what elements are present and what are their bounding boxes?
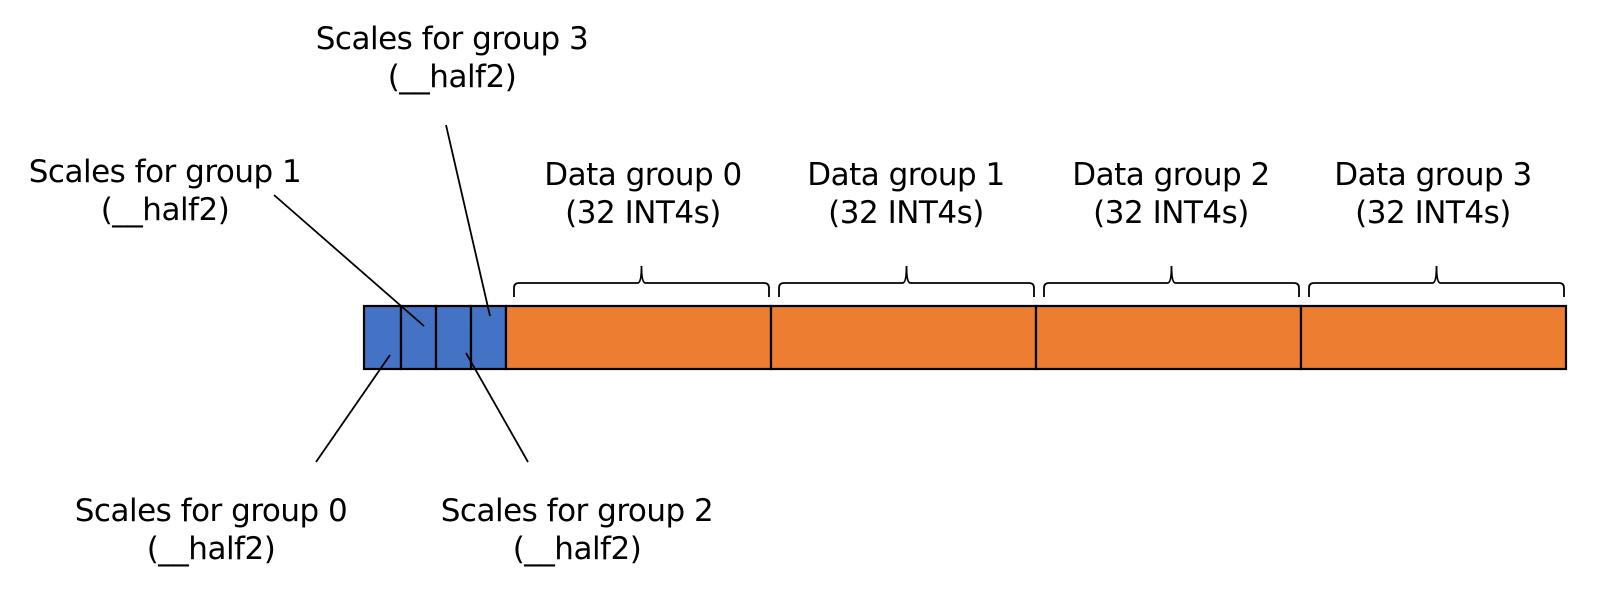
data-section [504,304,1568,371]
brace-group [513,265,1565,297]
scale-label-group-0: Scales for group 0 (__half2) [75,492,348,568]
brace-data-group-1 [778,265,1035,297]
brace-data-group-3 [1308,265,1565,297]
data-label-group-0: Data group 0 (32 INT4s) [544,156,742,232]
scale-label-group-2-type: (__half2) [512,531,642,567]
data-label-group-3: Data group 3 (32 INT4s) [1334,156,1532,232]
scale-section [362,304,508,371]
scale-label-group-3-type: (__half2) [387,59,517,95]
data-label-group-0-title: Data group 0 [544,157,742,193]
data-block-group-1 [769,304,1038,371]
brace-data-group-0 [513,265,770,297]
data-label-group-1: Data group 1 (32 INT4s) [807,156,1005,232]
data-label-group-2-title: Data group 2 [1072,157,1270,193]
scale-label-group-3: Scales for group 3 (__half2) [316,20,589,96]
brace-data-group-2 [1043,265,1300,297]
scale-label-group-0-title: Scales for group 0 [74,493,348,529]
data-block-group-2 [1034,304,1303,371]
data-label-group-1-title: Data group 1 [807,157,1005,193]
data-label-group-1-size: (32 INT4s) [828,195,984,231]
scale-cell-group-3 [469,304,508,371]
data-label-group-3-size: (32 INT4s) [1355,195,1511,231]
data-label-group-2: Data group 2 (32 INT4s) [1072,156,1270,232]
scale-label-group-1-type: (__half2) [100,192,230,228]
scale-label-group-2: Scales for group 2 (__half2) [441,492,714,568]
scale-label-group-3-title: Scales for group 3 [315,21,589,57]
data-block-group-0 [504,304,773,371]
data-block-group-3 [1299,304,1568,371]
scale-cell-group-1 [399,304,438,371]
data-label-group-2-size: (32 INT4s) [1093,195,1249,231]
scale-cell-group-2 [434,304,473,371]
callout-line-group-0 [315,354,391,463]
scale-label-group-0-type: (__half2) [146,531,276,567]
scale-cell-group-0 [362,304,403,371]
data-label-group-3-title: Data group 3 [1334,157,1532,193]
data-label-group-0-size: (32 INT4s) [565,195,721,231]
scale-label-group-2-title: Scales for group 2 [440,493,714,529]
callout-line-group-3 [445,124,491,317]
scale-label-group-1-title: Scales for group 1 [28,154,302,190]
callout-lines [273,124,529,463]
scale-label-group-1: Scales for group 1 (__half2) [29,153,302,229]
